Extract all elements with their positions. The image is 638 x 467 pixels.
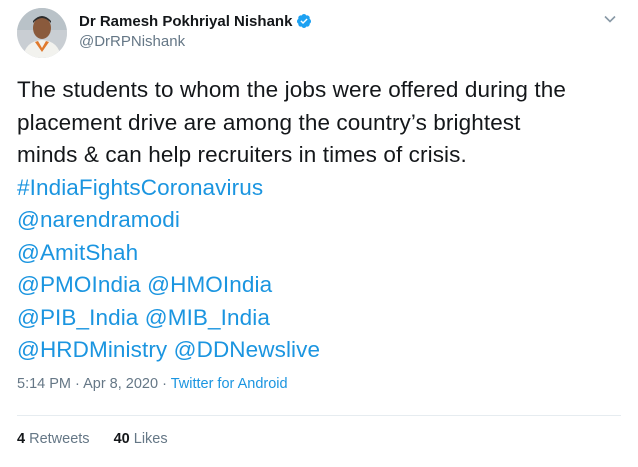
mention-link[interactable]: @MIB_India (145, 305, 270, 330)
tweet-source-link[interactable]: Twitter for Android (171, 376, 288, 392)
retweets-label: Retweets (29, 431, 90, 447)
divider (17, 415, 621, 416)
meta-separator: · (158, 376, 171, 392)
retweets-stat[interactable]: 4 Retweets (17, 431, 90, 447)
mention-link[interactable]: @DDNewslive (174, 337, 320, 362)
chevron-down-icon[interactable] (603, 12, 617, 26)
tweet-card: Dr Ramesh Pokhriyal Nishank @DrRPNishank… (0, 0, 638, 467)
likes-label: Likes (133, 431, 168, 447)
tweet-text-line: minds & can help recruiters in times of … (17, 142, 467, 167)
meta-separator: · (71, 376, 84, 392)
tweet-text-line: The students to whom the jobs were offer… (17, 77, 566, 102)
tweet-date[interactable]: Apr 8, 2020 (83, 376, 158, 392)
avatar-image (17, 8, 67, 58)
author-handle[interactable]: @DrRPNishank (79, 33, 312, 50)
mention-link[interactable]: @AmitShah (17, 240, 138, 265)
tweet-time[interactable]: 5:14 PM (17, 376, 71, 392)
tweet-text-line: placement drive are among the country’s … (17, 109, 521, 135)
tweet-stats: 4 Retweets 40 Likes (17, 431, 188, 447)
likes-stat[interactable]: 40 Likes (114, 431, 168, 447)
mention-link[interactable]: @HRDMinistry (17, 337, 167, 362)
mention-link[interactable]: @PMOIndia (17, 272, 141, 297)
mention-link[interactable]: @PIB_India (17, 305, 138, 330)
avatar[interactable] (17, 8, 67, 58)
tweet-metadata: 5:14 PM · Apr 8, 2020 · Twitter for Andr… (17, 376, 288, 392)
mention-link[interactable]: @HMOIndia (147, 272, 272, 297)
mention-link[interactable]: @narendramodi (17, 207, 180, 232)
verified-badge-icon (296, 13, 312, 29)
tweet-header: Dr Ramesh Pokhriyal Nishank @DrRPNishank (17, 8, 621, 58)
author-names: Dr Ramesh Pokhriyal Nishank @DrRPNishank (79, 11, 312, 50)
hashtag-link[interactable]: #IndiaFightsCoronavirus (17, 175, 263, 200)
author-display-name[interactable]: Dr Ramesh Pokhriyal Nishank (79, 13, 292, 30)
likes-count: 40 (113, 431, 130, 447)
retweets-count: 4 (17, 431, 26, 447)
tweet-text: The students to whom the jobs were offer… (17, 74, 627, 367)
